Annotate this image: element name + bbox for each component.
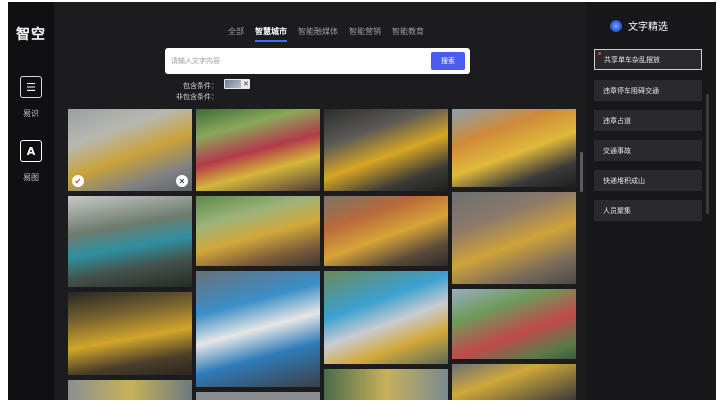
search-input[interactable]	[171, 54, 411, 68]
bike-image-7[interactable]	[324, 196, 448, 266]
exclude-conditions-label: 非包含条件：	[176, 93, 218, 101]
bike-image-3[interactable]	[324, 109, 448, 191]
tab-all[interactable]: 全部	[228, 26, 244, 42]
include-conditions-label: 包含条件：	[183, 82, 218, 90]
search-button[interactable]: 搜索	[431, 52, 465, 70]
sidebar-item-label[interactable]: 易识	[8, 108, 54, 119]
bike-image-10[interactable]	[196, 271, 320, 387]
sidebar-item-label[interactable]: 易图	[8, 172, 54, 183]
remove-icon[interactable]: ✕	[176, 175, 188, 187]
bike-image-5[interactable]	[68, 196, 192, 287]
app-window: 智空 ☰ 易识 A 易图 全部 智慧城市 智能融媒体 智能营销 智能教育 搜索 …	[8, 2, 716, 400]
bike-image-13[interactable]	[68, 380, 192, 400]
tab-smart-media[interactable]: 智能融媒体	[298, 26, 338, 42]
panel-title: 文字精选	[610, 18, 668, 33]
preset-item-label: 人员聚集	[603, 206, 631, 215]
bike-image-8[interactable]	[452, 192, 576, 284]
bike-image-1[interactable]: ✔ ✕	[68, 109, 192, 191]
gallery-scrollbar[interactable]	[580, 152, 583, 192]
panel-title-text: 文字精选	[628, 22, 668, 33]
selected-dot-icon	[598, 52, 601, 55]
right-panel: 文字精选 共享单车杂乱摆放 违章停车阻碍交通 违章占道 交通事故 快递堆积成山 …	[586, 2, 716, 400]
tab-smart-marketing[interactable]: 智能营销	[349, 26, 381, 42]
tab-smart-education[interactable]: 智能教育	[392, 26, 424, 42]
left-sidebar: 智空 ☰ 易识 A 易图	[8, 2, 54, 400]
panel-scrollbar[interactable]	[706, 94, 709, 214]
preset-item-shared-bikes[interactable]: 共享单车杂乱摆放	[594, 49, 702, 70]
scan-text-icon[interactable]: ☰	[20, 76, 42, 98]
bike-image-16[interactable]	[452, 364, 576, 400]
sparkle-icon	[610, 19, 622, 32]
check-icon[interactable]: ✔	[72, 175, 84, 187]
preset-item-label: 交通事故	[603, 146, 631, 155]
main-area: 全部 智慧城市 智能融媒体 智能营销 智能教育 搜索 包含条件： ✕ 非包含条件…	[54, 2, 586, 400]
bike-image-6[interactable]	[196, 196, 320, 266]
include-condition-chip[interactable]: ✕	[224, 79, 250, 89]
preset-item-traffic-accident[interactable]: 交通事故	[594, 140, 702, 161]
bike-image-2[interactable]	[196, 109, 320, 191]
bike-image-11[interactable]	[324, 271, 448, 364]
image-gallery: ✔ ✕	[68, 109, 578, 400]
category-tabs: 全部 智慧城市 智能融媒体 智能营销 智能教育	[228, 26, 424, 42]
preset-item-illegal-parking[interactable]: 违章停车阻碍交通	[594, 80, 702, 101]
tab-smart-city[interactable]: 智慧城市	[255, 26, 287, 42]
preset-item-label: 违章占道	[603, 116, 631, 125]
close-icon[interactable]: ✕	[243, 80, 249, 88]
preset-item-label: 违章停车阻碍交通	[603, 86, 659, 95]
app-logo: 智空	[16, 27, 46, 43]
condition-thumbnail	[225, 80, 241, 88]
scan-a-icon[interactable]: A	[20, 140, 42, 162]
search-bar: 搜索	[165, 48, 470, 74]
preset-item-parcel-pileup[interactable]: 快递堆积成山	[594, 170, 702, 191]
preset-item-road-occupation[interactable]: 违章占道	[594, 110, 702, 131]
bike-image-9[interactable]	[68, 292, 192, 375]
preset-item-label: 共享单车杂乱摆放	[604, 55, 660, 64]
bike-image-12[interactable]	[452, 289, 576, 359]
bike-image-4[interactable]	[452, 109, 576, 187]
bike-image-15[interactable]	[324, 369, 448, 400]
bike-image-14[interactable]	[196, 392, 320, 400]
preset-item-label: 快递堆积成山	[603, 176, 645, 185]
preset-item-crowd-gathering[interactable]: 人员聚集	[594, 200, 702, 221]
